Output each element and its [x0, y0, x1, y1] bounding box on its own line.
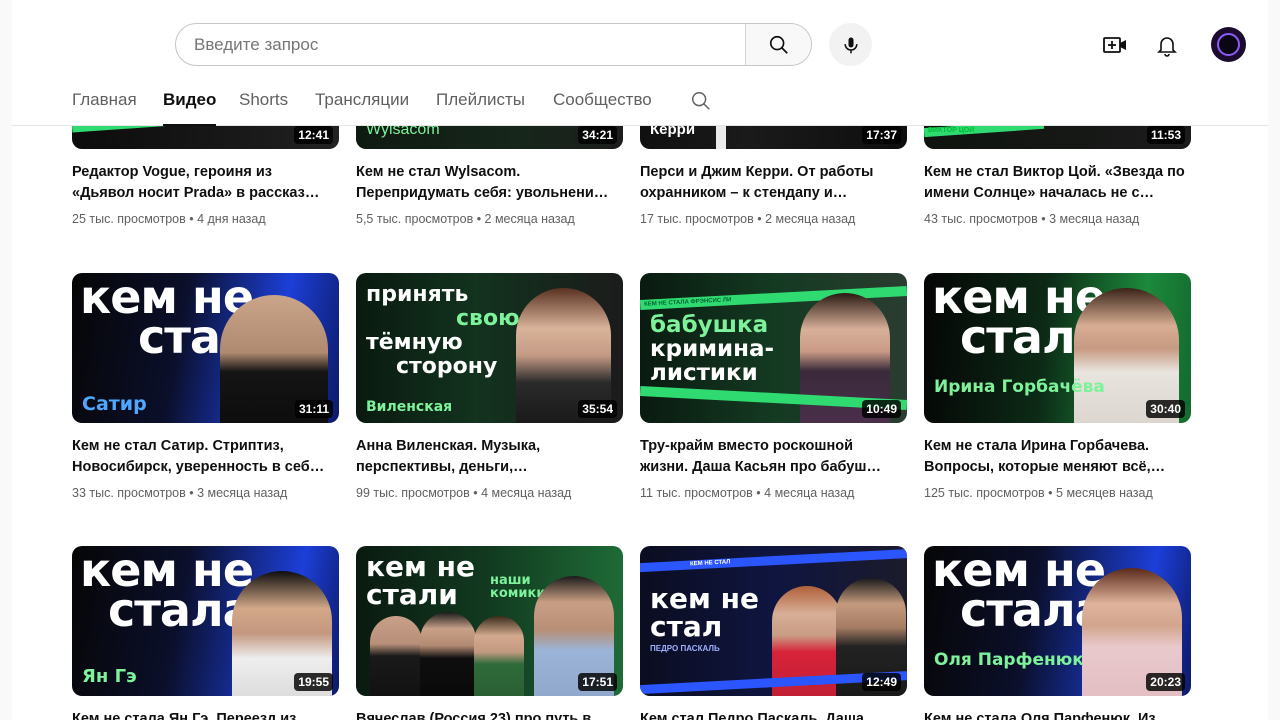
video-thumbnail[interactable]: кем не стала Ян Гэ 19:55 [72, 546, 339, 696]
video-meta: 33 тыс. просмотров • 3 месяца назад [72, 486, 288, 500]
search-box [175, 23, 812, 66]
video-meta: 99 тыс. просмотров • 4 месяца назад [356, 486, 572, 500]
video-meta: 25 тыс. просмотров • 4 дня назад [72, 212, 266, 226]
video-meta: 43 тыс. просмотров • 3 месяца назад [924, 212, 1140, 226]
video-duration: 20:23 [1146, 673, 1185, 691]
account-avatar[interactable] [1211, 27, 1246, 62]
search-input[interactable] [176, 24, 746, 65]
thumb-caption: ПЕДРО ПАСКАЛЬ [650, 644, 720, 653]
thumb-stripe: КЕМ НЕ СТАЛ [640, 548, 907, 573]
video-duration: 12:41 [294, 126, 333, 144]
thumb-caption: ВИКТОР ЦОЙ [928, 127, 975, 134]
thumb-caption: Оля Парфенюк [934, 650, 1084, 670]
search-icon [769, 35, 788, 54]
video-meta: 125 тыс. просмотров • 5 месяцев назад [924, 486, 1153, 500]
thumb-line: листики [650, 360, 758, 386]
video-title[interactable]: Кем не стал Виктор Цой. «Звезда по имени… [924, 162, 1186, 204]
thumb-line: принять [366, 282, 469, 307]
video-title[interactable]: Вячеслав (Россия 23) про путь в… [356, 709, 618, 720]
video-title[interactable]: Кем не стала Оля Парфенюк. Из… [924, 709, 1186, 720]
voice-search-button[interactable] [829, 23, 872, 66]
thumb-line: сторону [396, 354, 498, 379]
channel-tabs: Главная Видео Shorts Трансляции Плейлист… [12, 84, 1268, 126]
thumb-line: кем не [366, 550, 475, 583]
thumb-caption: Ирина Горбачёва [934, 377, 1105, 397]
video-duration: 35:54 [578, 400, 617, 418]
thumb-caption: Сатир [82, 393, 147, 415]
thumb-line: тёмную [366, 330, 463, 355]
video-duration: 17:37 [862, 126, 901, 144]
video-title[interactable]: Редактор Vogue, героиня из «Дьявол носит… [72, 162, 334, 204]
video-duration: 19:55 [294, 673, 333, 691]
create-button[interactable] [1100, 30, 1130, 60]
video-duration: 17:51 [578, 673, 617, 691]
tab-playlists[interactable]: Плейлисты [436, 90, 525, 126]
tab-live[interactable]: Трансляции [315, 90, 409, 126]
tab-home[interactable]: Главная [72, 90, 137, 126]
thumb-line: кем не [650, 582, 759, 615]
video-thumbnail[interactable]: кем не стали наши комики 17:51 [356, 546, 623, 696]
video-duration: 34:21 [578, 126, 617, 144]
video-thumbnail[interactable]: КЕМ НЕ СТАЛ кем не стал ПЕДРО ПАСКАЛЬ 12… [640, 546, 907, 696]
video-thumbnail[interactable]: КЕМ НЕ СТАЛА ФРЭНСИС ЛИ бабушка кримина-… [640, 273, 907, 423]
video-duration: 10:49 [862, 400, 901, 418]
create-video-icon [1103, 37, 1126, 53]
video-duration: 30:40 [1146, 400, 1185, 418]
video-title[interactable]: Анна Виленская. Музыка, перспективы, ден… [356, 436, 618, 478]
channel-page: АННА ВИНТУР 12:41 Редактор Vogue, героин… [12, 0, 1268, 720]
video-meta: 17 тыс. просмотров • 2 месяца назад [640, 212, 856, 226]
video-duration: 12:49 [862, 673, 901, 691]
channel-search-button[interactable] [688, 88, 714, 114]
video-title[interactable]: Кем не стал Сатир. Стриптиз, Новосибирск… [72, 436, 334, 478]
video-title[interactable]: Кем не стал Wylsacom. Перепридумать себя… [356, 162, 618, 204]
bell-icon [1157, 37, 1177, 57]
tab-community[interactable]: Сообщество [553, 90, 652, 126]
tab-shorts[interactable]: Shorts [239, 90, 288, 126]
thumb-line: кримина- [650, 336, 775, 362]
video-title[interactable]: Кем не стала Ян Гэ. Переезд из… [72, 709, 334, 720]
tab-videos[interactable]: Видео [163, 90, 217, 126]
search-button[interactable] [745, 24, 811, 65]
mic-icon [843, 37, 858, 53]
video-thumbnail[interactable]: кем не стала Ирина Горбачёва 30:40 [924, 273, 1191, 423]
thumb-caption: Виленская [366, 399, 453, 415]
thumb-line: бабушка [650, 312, 769, 338]
search-icon [692, 92, 710, 110]
video-title[interactable]: Перси и Джим Керри. От работы охранником… [640, 162, 902, 204]
video-meta: 5,5 тыс. просмотров • 2 месяца назад [356, 212, 575, 226]
video-duration: 31:11 [294, 400, 333, 418]
video-thumbnail[interactable]: кем не стала Оля Парфенюк 20:23 [924, 546, 1191, 696]
video-title[interactable]: Тру-крайм вместо роскошной жизни. Даша К… [640, 436, 902, 478]
thumb-caption: Ян Гэ [82, 666, 137, 687]
video-thumbnail[interactable]: кем не стал Сатир 31:11 [72, 273, 339, 423]
notifications-button[interactable] [1152, 30, 1182, 60]
video-thumbnail[interactable]: принять свою тёмную сторону Виленская 35… [356, 273, 623, 423]
thumb-line: стали [366, 578, 458, 611]
video-title[interactable]: Кем не стала Ирина Горбачева. Вопросы, к… [924, 436, 1186, 478]
video-duration: 11:53 [1146, 126, 1185, 144]
thumb-line: свою [456, 306, 520, 331]
masthead [12, 0, 1268, 84]
video-meta: 11 тыс. просмотров • 4 месяца назад [640, 486, 855, 500]
thumb-line: стал [650, 610, 723, 643]
video-title[interactable]: Кем стал Педро Паскаль. Даша… [640, 709, 902, 720]
